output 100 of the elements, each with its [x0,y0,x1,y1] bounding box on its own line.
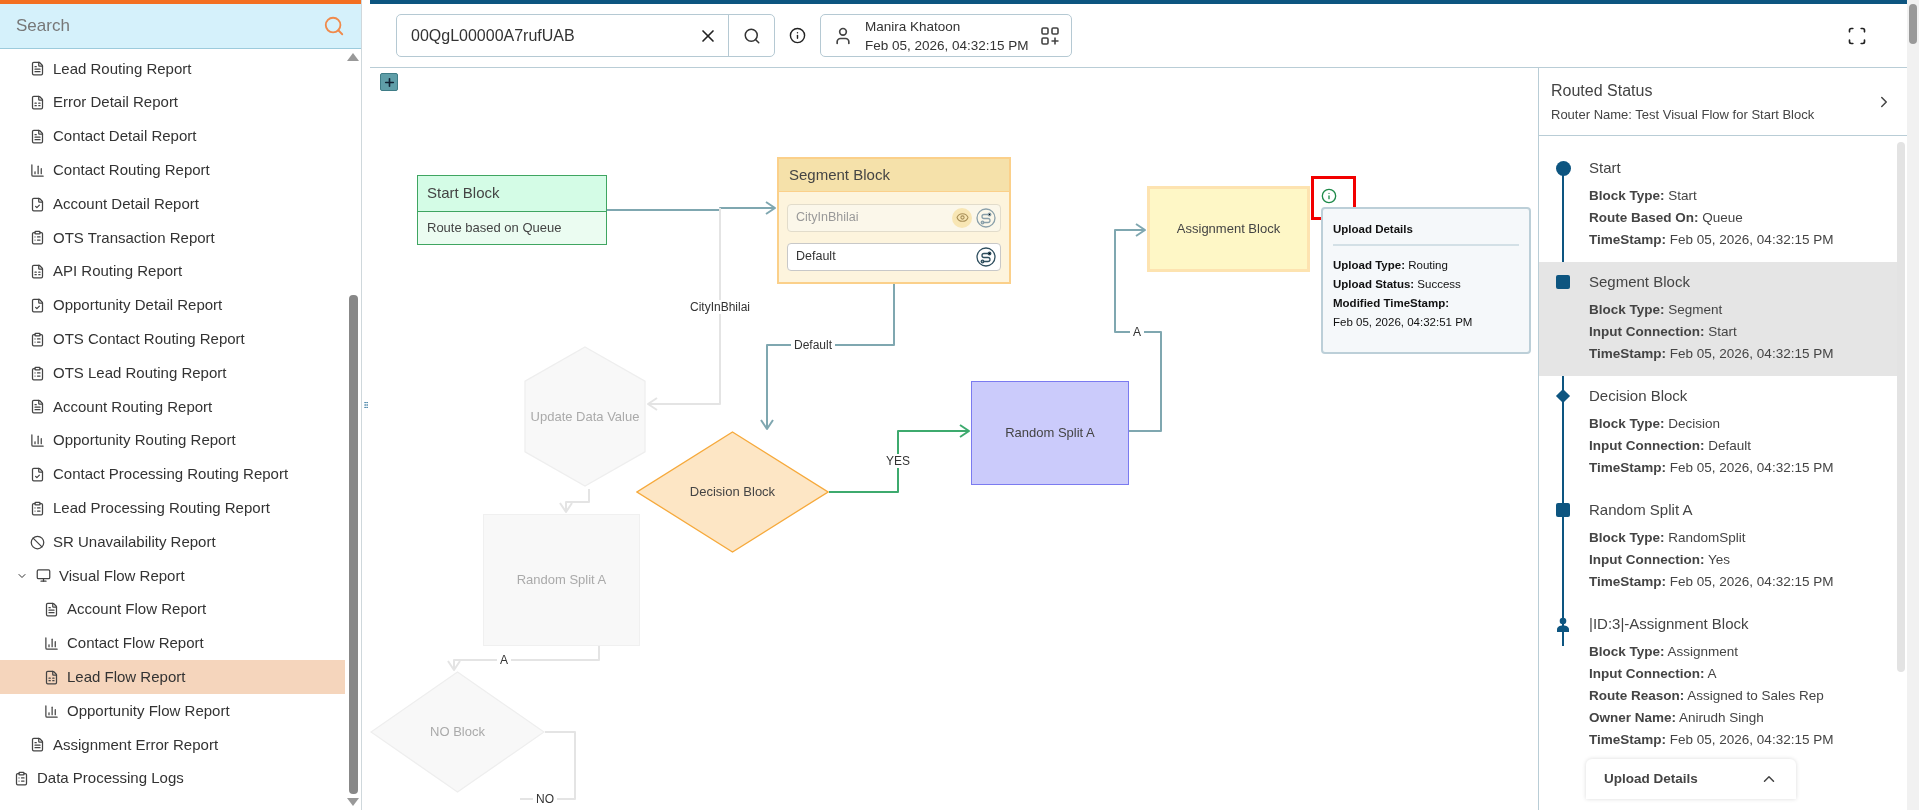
segment-row[interactable]: Default [787,242,1001,271]
sidebar-item[interactable]: Opportunity Flow Report [0,694,345,728]
scrollbar[interactable] [1897,142,1905,672]
assignment-node[interactable]: Assignment Block [1147,186,1310,272]
timeline-step[interactable]: Segment Block Block Type: Segment Input Connection: Start TimeStamp: Feb 05, 2026, 04:32:15 PM [1539,262,1897,376]
step-field: Block Type: RandomSplit [1589,527,1893,549]
sidebar-item[interactable]: Lead Flow Report [0,660,345,695]
accordion-title: Upload Details [1604,769,1699,788]
sidebar-item[interactable]: Error Detail Report [0,85,345,120]
timeline-step[interactable]: |ID:3|-Assignment Block Block Type: Assignment Input Connection: A Route Reason: Assigned to Sales Rep Owner Name: Anirudh Singh TimeStamp: Feb 05, 2026, 04:32:15 PM Upload Details [1539,604,1897,810]
route-icon[interactable] [976,246,996,267]
sidebar-item[interactable]: Account Flow Report [0,592,345,627]
edge-label: NO [533,792,557,806]
report-icon [14,771,29,787]
report-icon [44,703,59,719]
record-search-input[interactable]: 00QgL00000A7rufUAB [397,15,688,56]
add-widget-icon[interactable] [1041,26,1059,45]
search-field[interactable]: Search [16,4,323,48]
fullscreen-icon[interactable] [1847,25,1867,46]
step-field: Block Type: Decision [1589,413,1893,435]
step-field: Block Type: Assignment [1589,641,1893,663]
node-label: Update Data Value [530,407,640,426]
panel-title: Routed Status [1551,80,1654,101]
router-name: Router Name: Test Visual Flow for Start Block [1551,105,1816,124]
step-field: TimeStamp: Feb 05, 2026, 04:32:15 PM [1589,729,1893,751]
report-icon [36,568,51,584]
sidebar-item[interactable]: OTS Contact Routing Report [0,322,345,357]
sidebar-item[interactable]: SR Unavailability Report [0,525,345,559]
report-icon [30,500,45,516]
user-icon [833,25,853,46]
edge-label: CityInBhilai [687,300,753,314]
sidebar-item[interactable]: OTS Transaction Report [0,221,345,255]
sidebar-item[interactable]: Account Routing Report [0,389,345,424]
info-icon[interactable] [789,27,806,44]
sidebar-item[interactable]: Visual Flow Report [0,558,345,593]
report-icon [30,264,45,280]
segment-node[interactable]: Segment Block CityInBhilai Default [777,157,1011,284]
report-icon [30,230,45,246]
popup-field: Upload Type: Routing [1333,256,1519,276]
sidebar-item[interactable]: Lead Processing Routing Report [0,491,345,526]
report-icon [44,669,59,685]
sidebar-item[interactable]: Opportunity Routing Report [0,423,345,458]
step-title: Random Split A [1589,500,1694,520]
node-label: NO Block [430,723,485,742]
node-label: Decision Block [689,483,776,502]
report-icon [30,331,45,347]
step-field: TimeStamp: Feb 05, 2026, 04:32:15 PM [1589,229,1893,251]
step-field: Input Connection: Default [1589,435,1893,457]
sidebar-item[interactable]: API Routing Report [0,254,345,289]
diamond-node[interactable] [636,431,829,553]
report-icon [30,399,45,415]
step-field: Input Connection: Start [1589,321,1893,343]
sidebar-item[interactable]: Opportunity Detail Report [0,288,345,323]
split-node[interactable]: Random Split A [971,381,1129,485]
sidebar-item[interactable]: Lead Routing Report [0,52,345,86]
node-label: Segment Block [789,164,890,185]
sidebar-item[interactable]: Assignment Error Report [0,727,345,762]
sidebar-item[interactable]: Account Detail Report [0,187,345,221]
scrollbar[interactable] [1907,0,1919,810]
sidebar-item[interactable]: Contact Routing Report [0,153,345,188]
timeline-step[interactable]: Random Split A Block Type: RandomSplit Input Connection: Yes TimeStamp: Feb 05, 2026, 04:32:15 PM [1539,490,1897,604]
report-icon [30,466,45,482]
report-icon [44,635,59,651]
popup-field: Modified TimeStamp: Feb 05, 2026, 04:32:51 PM [1333,294,1519,333]
report-icon [30,61,45,77]
timeline-step[interactable]: Start Block Type: Start Route Based On: Queue TimeStamp: Feb 05, 2026, 04:32:15 PM [1539,148,1897,262]
user-datetime: Feb 05, 2026, 04:32:15 PM [865,36,1029,55]
plus-icon [382,75,396,89]
step-field: Route Reason: Assigned to Sales Rep [1589,685,1893,707]
upload-details-accordion[interactable]: Upload Details [1586,759,1796,799]
segment-row-label: CityInBhilai [796,209,860,227]
sidebar-item[interactable]: OTS Lead Routing Report [0,356,345,390]
timeline-step[interactable]: Decision Block Block Type: Decision Input Connection: Default TimeStamp: Feb 05, 2026, 04:32:15 PM [1539,376,1897,490]
search-icon[interactable] [323,15,345,37]
report-icon [30,737,45,753]
step-field: Block Type: Segment [1589,299,1893,321]
edge-label: Default [791,338,835,352]
step-title: Decision Block [1589,386,1689,406]
hexagon-node[interactable] [524,346,646,487]
edge-label: YES [883,454,913,468]
step-field: Route Based On: Queue [1589,207,1893,229]
step-field: TimeStamp: Feb 05, 2026, 04:32:15 PM [1589,343,1893,365]
eye-icon[interactable] [952,207,972,228]
add-button[interactable] [380,73,398,91]
step-field: Owner Name: Anirudh Singh [1589,707,1893,729]
sidebar-item[interactable]: Data Processing Logs [0,761,345,796]
sidebar-item[interactable]: Contact Flow Report [0,626,345,661]
report-icon [44,602,59,618]
search-icon [742,26,761,45]
sidebar-item[interactable]: Contact Processing Routing Report [0,457,345,492]
search-bar[interactable]: Search [0,4,361,49]
step-field: Input Connection: Yes [1589,549,1893,571]
sidebar-item[interactable]: Contact Detail Report [0,119,345,154]
report-icon [30,297,45,313]
record-search-bar[interactable]: 00QgL00000A7rufUAB [396,14,775,57]
start-node[interactable]: Start Block Route based on Queue [417,175,607,245]
report-icon [30,534,45,550]
segment-row-label: Default [796,248,837,266]
node-label: Random Split A [516,571,607,590]
step-title: Start [1589,158,1622,178]
